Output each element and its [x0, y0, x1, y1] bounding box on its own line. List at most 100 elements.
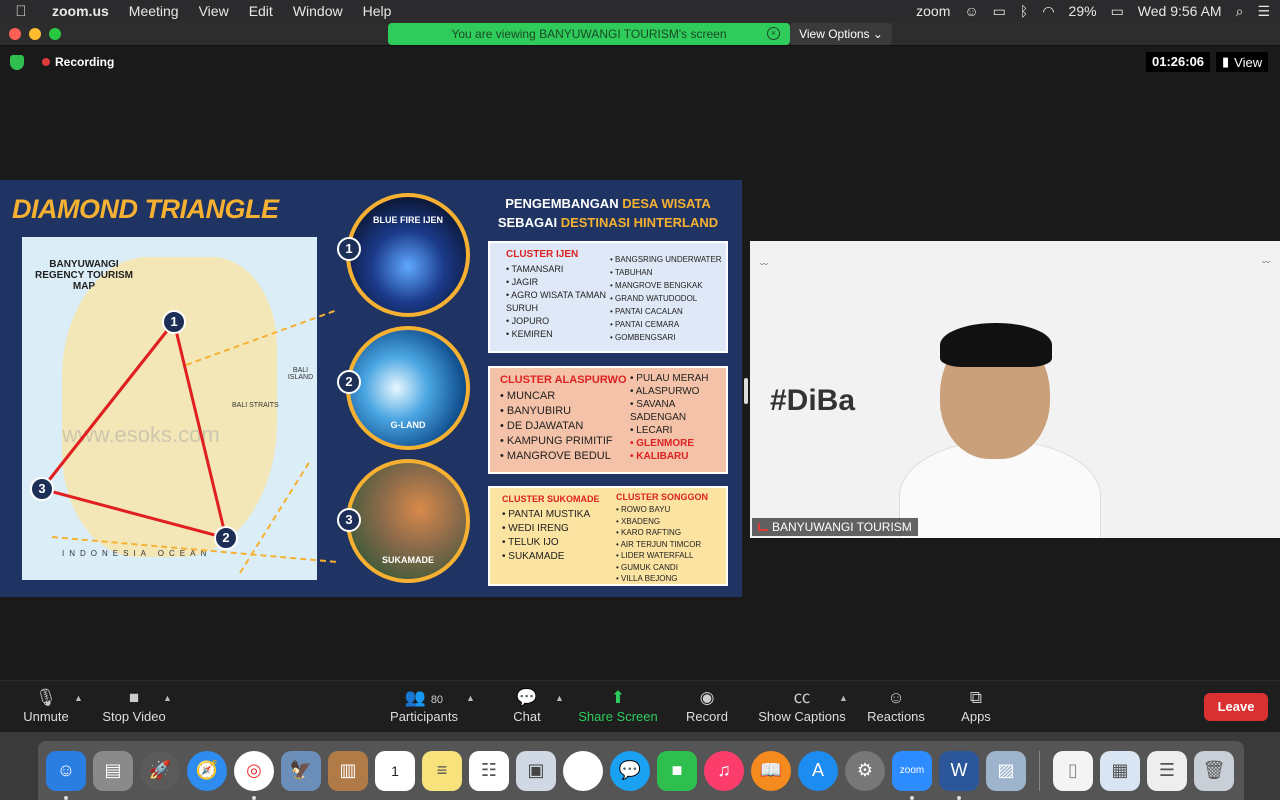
list-item: SAVANA SADENGAN	[630, 398, 728, 424]
word-icon[interactable]: W	[939, 750, 979, 800]
menu-window[interactable]: Window	[283, 3, 353, 19]
notes-icon[interactable]: ≡	[422, 750, 462, 791]
meeting-timer: 01:26:06	[1146, 52, 1211, 72]
triangle-edge	[40, 321, 176, 490]
list-item: BANYUBIRU	[500, 404, 625, 419]
music-icon[interactable]: ♫	[704, 750, 744, 791]
view-layout-button[interactable]: ▮ View	[1216, 52, 1269, 72]
destination-circle-sukamade: SUKAMADE	[346, 459, 470, 583]
menu-help[interactable]: Help	[353, 3, 402, 19]
triangle-outline	[39, 321, 229, 541]
video-options-caret-icon[interactable]: ▲	[163, 693, 172, 703]
app-store-icon[interactable]: A	[798, 750, 838, 791]
banner-close-icon[interactable]: ×	[767, 27, 780, 40]
stop-video-button[interactable]: ■ Stop Video	[100, 687, 168, 724]
menubar-status: zoom ☺ ▭ ᛒ ◠ 29% ▭ Wed 9:56 AM ⌕ ☰	[916, 0, 1270, 22]
chat-bubble-icon: 💬	[516, 688, 538, 707]
menu-meeting[interactable]: Meeting	[119, 3, 189, 19]
split-resize-handle[interactable]	[744, 378, 748, 404]
zoom-status-label[interactable]: zoom	[916, 3, 950, 19]
menu-edit[interactable]: Edit	[239, 3, 283, 19]
minimize-window-button[interactable]	[29, 28, 41, 40]
menu-view[interactable]: View	[189, 3, 239, 19]
close-window-button[interactable]	[9, 28, 21, 40]
photos-icon[interactable]: ✿	[563, 750, 603, 791]
menu-app[interactable]: zoom.us	[42, 3, 119, 19]
destination-badge-3: 3	[337, 508, 361, 532]
record-icon: ◉	[699, 688, 715, 707]
audio-options-caret-icon[interactable]: ▲	[74, 693, 83, 703]
slide-title: DIAMOND TRIANGLE	[12, 194, 279, 224]
title-part-highlight: DESA WISATA	[622, 196, 711, 211]
video-camera-icon: ■	[128, 688, 140, 707]
chrome-icon[interactable]: ◎	[234, 750, 274, 800]
zoom-window-button[interactable]	[49, 28, 61, 40]
screenshot-thumbnail-icon[interactable]: ▦	[1100, 750, 1140, 791]
destination-label: BLUE FIRE IJEN	[372, 215, 443, 225]
spotlight-search-icon[interactable]: ⌕	[1236, 3, 1244, 20]
document-icon[interactable]: ▯	[1053, 750, 1093, 791]
mac-dock: ☺ ▤ 🚀 🧭 ◎ 🦅 ▥ 1 ≡ ☷ ▣ ✿ 💬 ■ ♫ 📖 A ⚙ zoom…	[38, 741, 1244, 800]
photo-drive-icon[interactable]: ▤	[93, 750, 133, 791]
list-item: VILLA BEJONG	[616, 573, 728, 585]
participant-name: BANYUWANGI TOURISM	[772, 520, 912, 534]
contacts-icon[interactable]: ▥	[328, 750, 368, 791]
participant-video-tile[interactable]: 〰 〰 #DiBa ngiAja BANYUWANGI TOURISM	[750, 241, 1280, 538]
recording-indicator[interactable]: Recording	[42, 55, 114, 69]
unmute-button[interactable]: 🎙 Unmute	[18, 687, 74, 724]
reactions-button[interactable]: ☺ Reactions	[864, 687, 928, 724]
image-capture-icon[interactable]: ▣	[516, 750, 556, 791]
wifi-icon[interactable]: ◠	[1042, 3, 1054, 20]
running-indicator	[252, 795, 256, 800]
apple-icon[interactable]: 	[0, 3, 42, 20]
control-center-icon[interactable]: ☰	[1257, 3, 1270, 20]
list-item: GOMBENGSARI	[610, 331, 728, 344]
messages-icon[interactable]: 💬	[610, 750, 650, 791]
participants-button[interactable]: 👥 80 Participants	[386, 687, 462, 724]
launchpad-icon[interactable]: 🚀	[140, 750, 180, 791]
list-item: BANGSRING UNDERWATER	[610, 253, 728, 266]
zoom-app-icon[interactable]: zoom	[892, 750, 932, 800]
meeting-toolbar: 🎙 Unmute ▲ ■ Stop Video ▲ 👥 80 Participa…	[0, 680, 1280, 732]
view-options-button[interactable]: View Options ⌄	[790, 23, 892, 45]
calendar-icon[interactable]: 1	[375, 750, 415, 791]
participants-caret-icon[interactable]: ▲	[466, 693, 475, 703]
cluster-sukomade-heading: CLUSTER SUKOMADE	[502, 494, 600, 504]
apps-button[interactable]: ⧉ Apps	[956, 687, 996, 724]
record-button[interactable]: ◉ Record	[684, 687, 730, 724]
reactions-label: Reactions	[867, 709, 925, 724]
airplay-icon[interactable]: ▭	[993, 3, 1006, 20]
reminders-icon[interactable]: ☷	[469, 750, 509, 791]
captions-caret-icon[interactable]: ▲	[839, 693, 848, 703]
system-preferences-icon[interactable]: ⚙	[845, 750, 885, 791]
running-indicator	[910, 795, 914, 800]
face-icon[interactable]: ☺	[964, 3, 978, 19]
preview-eagle-icon[interactable]: 🦅	[281, 750, 321, 791]
battery-icon[interactable]: ▭	[1111, 3, 1124, 20]
leave-meeting-button[interactable]: Leave	[1204, 693, 1268, 721]
list-item: KARO RAFTING	[616, 527, 728, 539]
apps-icon: ⧉	[969, 688, 983, 707]
chat-caret-icon[interactable]: ▲	[555, 693, 564, 703]
muted-microphone-icon: 🎙	[35, 688, 57, 707]
menubar-clock[interactable]: Wed 9:56 AM	[1138, 3, 1222, 19]
list-item: WEDI IRENG	[502, 522, 612, 536]
triangle-lines	[39, 321, 229, 541]
show-captions-button[interactable]: ㏄ Show Captions	[756, 687, 848, 724]
destination-badge-1: 1	[337, 237, 361, 261]
finder-icon[interactable]: ☺	[46, 750, 86, 800]
list-item: AGRO WISATA TAMAN SURUH	[506, 289, 606, 315]
list-item: ALASPURWO	[630, 385, 728, 398]
trash-icon[interactable]: 🗑	[1194, 750, 1234, 791]
photo-viewer-icon[interactable]: ▨	[986, 750, 1026, 791]
chat-button[interactable]: 💬 Chat	[508, 687, 546, 724]
list-item: JOPURO	[506, 315, 606, 328]
facetime-icon[interactable]: ■	[657, 750, 697, 791]
security-shield-icon[interactable]	[10, 55, 24, 70]
share-screen-button[interactable]: ⬆ Share Screen	[578, 687, 658, 724]
participants-label: Participants	[390, 709, 458, 724]
books-icon[interactable]: 📖	[751, 750, 791, 791]
text-file-icon[interactable]: ☰	[1147, 750, 1187, 791]
safari-icon[interactable]: 🧭	[187, 750, 227, 791]
bluetooth-icon[interactable]: ᛒ	[1020, 3, 1028, 19]
